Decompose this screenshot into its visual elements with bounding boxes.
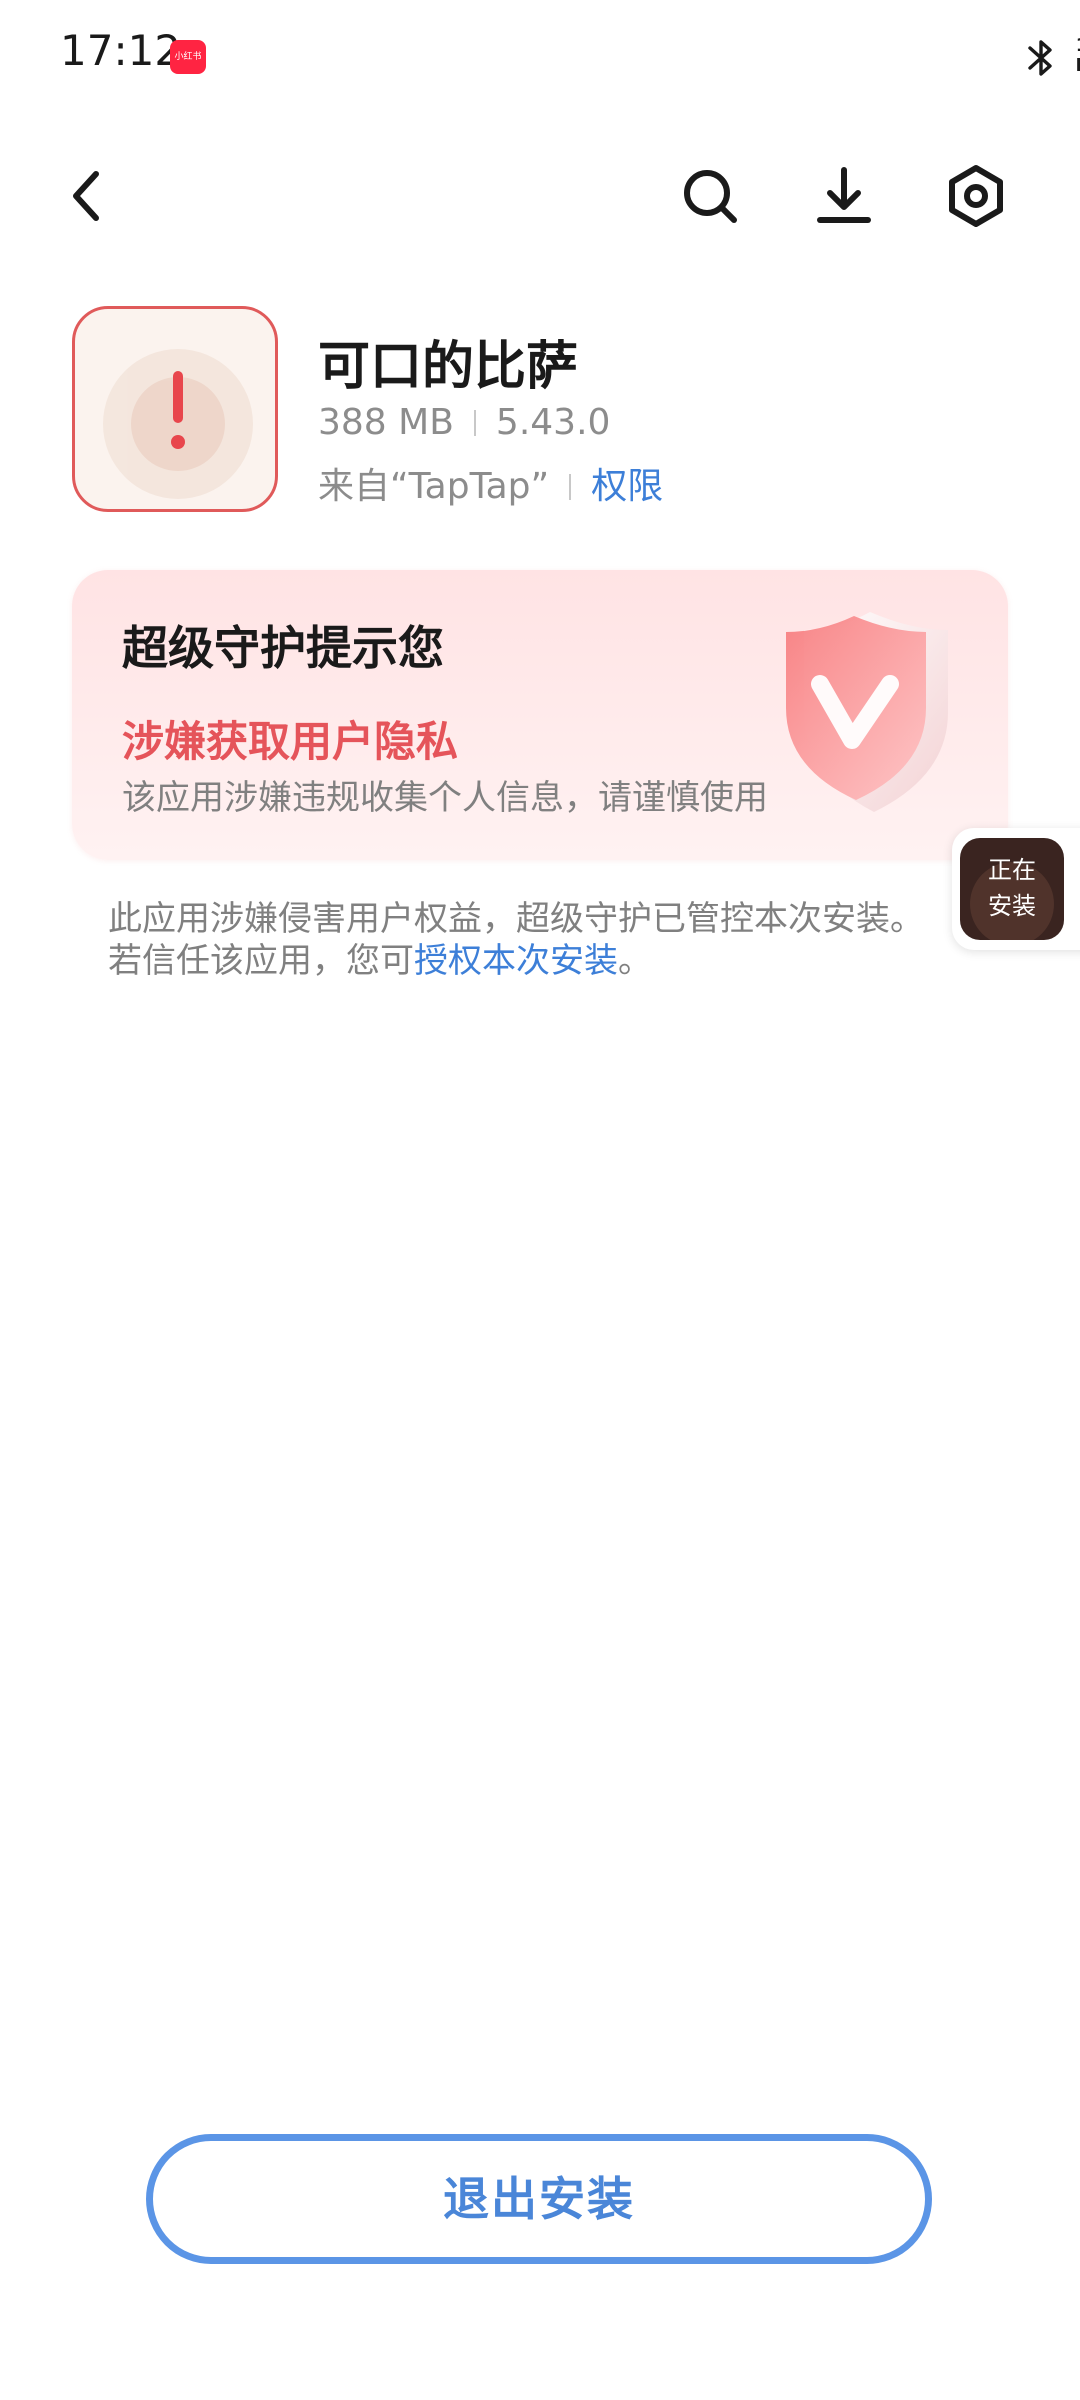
notice-line-2: 若信任该应用，您可授权本次安装。 xyxy=(108,940,1008,982)
install-guard-page: 17:12 小红书 15.9 KB/s 5G 5G xyxy=(0,0,1080,2400)
install-blocked-notice: 此应用涉嫌侵害用户权益，超级守护已管控本次安装。 若信任该应用，您可授权本次安装… xyxy=(108,898,1008,982)
security-warning-card: 超级守护提示您 涉嫌获取用户隐私 该应用涉嫌违规收集个人信息，请谨慎使用 xyxy=(72,570,1008,860)
xiaohongshu-notification-icon: 小红书 xyxy=(170,40,206,74)
back-button[interactable] xyxy=(52,160,124,232)
risk-description: 该应用涉嫌违规收集个人信息，请谨慎使用 xyxy=(122,778,768,818)
settings-button[interactable] xyxy=(940,160,1012,232)
divider xyxy=(569,474,572,500)
back-icon xyxy=(73,171,99,221)
net-speed-value: 15.9 xyxy=(1072,36,1080,56)
settings-icon xyxy=(949,165,1003,227)
net-speed: 15.9 KB/s xyxy=(1072,36,1080,76)
divider xyxy=(473,410,476,436)
status-bar: 17:12 小红书 15.9 KB/s 5G 5G xyxy=(0,0,1080,110)
app-meta: 388 MB 5.43.0 xyxy=(318,402,610,443)
shield-icon xyxy=(786,612,948,812)
warning-exclamation-icon xyxy=(164,371,192,453)
download-button[interactable] xyxy=(808,160,880,232)
permissions-link[interactable]: 权限 xyxy=(591,466,663,507)
notice-line-1: 此应用涉嫌侵害用户权益，超级守护已管控本次安装。 xyxy=(108,899,924,939)
search-icon xyxy=(684,170,737,223)
app-source-row: 来自“TapTap” 权限 xyxy=(318,457,663,509)
search-button[interactable] xyxy=(674,160,746,232)
notice-line-2-suffix: 。 xyxy=(618,941,652,981)
exit-install-button[interactable]: 退出安装 xyxy=(146,2134,932,2264)
app-source: 来自“TapTap” xyxy=(318,466,550,507)
risk-label: 涉嫌获取用户隐私 xyxy=(122,717,459,766)
app-size: 388 MB xyxy=(318,402,454,443)
warning-title: 超级守护提示您 xyxy=(122,621,444,675)
authorize-install-link[interactable]: 授权本次安装 xyxy=(414,941,618,981)
bluetooth-icon xyxy=(1028,40,1052,76)
net-speed-unit: KB/s xyxy=(1072,56,1080,76)
notice-line-2-prefix: 若信任该应用，您可 xyxy=(108,941,414,981)
installing-line1: 正在 xyxy=(988,856,1036,884)
app-version: 5.43.0 xyxy=(495,402,611,443)
app-name: 可口的比萨 xyxy=(318,337,579,397)
status-time: 17:12 xyxy=(60,26,182,75)
app-icon-blocked xyxy=(72,306,278,512)
download-icon xyxy=(817,167,871,223)
